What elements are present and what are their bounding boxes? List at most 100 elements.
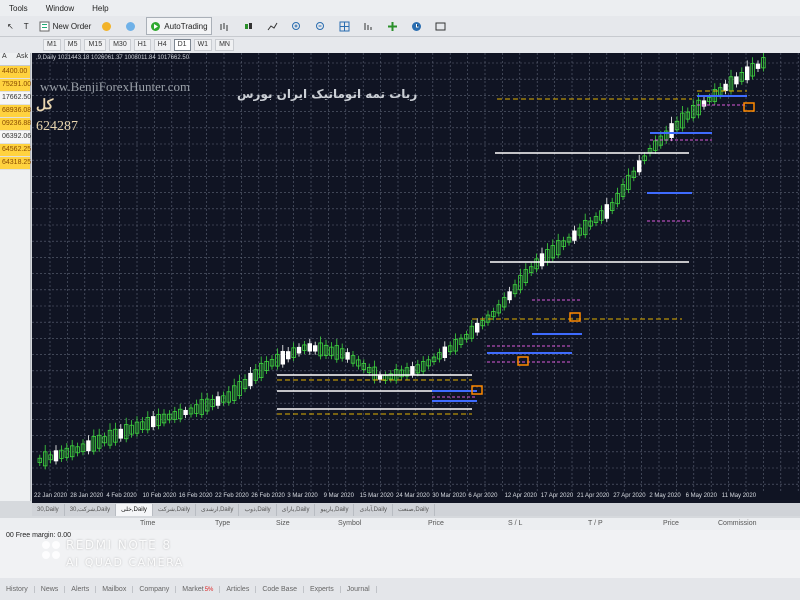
menu-help[interactable]: Help — [83, 4, 117, 13]
candle-bear — [442, 346, 447, 358]
date-tick-label: 26 Feb 2020 — [251, 493, 285, 499]
market-watch-row[interactable]: 17662.50 — [0, 92, 31, 105]
market-watch-row[interactable]: 64318.25 — [0, 157, 31, 170]
date-tick-label: 24 Mar 2020 — [396, 493, 430, 499]
chart-tab[interactable]: یارای,Daily — [277, 504, 316, 516]
col-commission[interactable]: Commission — [718, 520, 757, 527]
chart-tab[interactable]: شرکت,Daily — [153, 504, 196, 516]
date-tick-label: 12 Apr 2020 — [504, 493, 537, 499]
watermark-persian: ربات تمه اتوماتیک ایران بورس — [237, 87, 418, 101]
chart-window[interactable]: ,9,Daily 1021443.18 1026061.37 1008011.8… — [32, 53, 800, 515]
timeframe-d1[interactable]: D1 — [173, 39, 191, 51]
autotrading-button[interactable]: AutoTrading — [146, 17, 212, 35]
date-tick-label: 11 May 2020 — [721, 493, 757, 499]
candle-bear — [53, 450, 59, 462]
chart-tab[interactable]: شرکت,30,Daily — [65, 504, 117, 516]
market-watch-row[interactable]: 64562.25 — [0, 144, 31, 157]
date-tick-label: 22 Feb 2020 — [215, 493, 249, 499]
tile-windows-button[interactable] — [336, 18, 356, 34]
chart-tab[interactable]: 30,Daily — [32, 504, 65, 516]
main-toolbar: ↖ T New Order AutoTrading — [0, 16, 800, 37]
date-tick-label: 22 Jan 2020 — [34, 493, 68, 499]
timeframe-m30[interactable]: M30 — [109, 39, 131, 51]
globe-button[interactable] — [122, 18, 142, 34]
timeframe-mn[interactable]: MN — [215, 39, 234, 51]
tab-news[interactable]: News — [35, 585, 66, 593]
new-order-button[interactable]: New Order — [36, 18, 95, 34]
price-chart[interactable] — [32, 53, 800, 515]
market-watch-row[interactable]: 4400.00 — [0, 66, 30, 79]
market-watch-row[interactable]: 06392.06 — [0, 131, 31, 144]
candle-chart-button[interactable] — [240, 18, 260, 34]
timeframe-w1[interactable]: W1 — [193, 39, 213, 51]
market-watch-row[interactable]: 75291.00 — [0, 79, 31, 92]
col-size[interactable]: Size — [276, 520, 290, 527]
line-chart-icon — [267, 21, 278, 32]
line-chart-button[interactable] — [264, 18, 284, 34]
tab-company[interactable]: Company — [133, 585, 177, 593]
menu-bar: Tools Window Help — [0, 0, 800, 16]
chart-background — [32, 53, 800, 515]
col-tp[interactable]: T / P — [588, 520, 603, 527]
chart-tab[interactable]: ذوب,Daily — [239, 504, 277, 516]
chart-tab[interactable]: ارشدی,Daily — [196, 504, 240, 516]
text-icon: T — [23, 21, 29, 31]
date-tick-label: 28 Jan 2020 — [70, 493, 104, 499]
scroll-chart-button[interactable] — [360, 18, 380, 34]
candle-bear — [312, 345, 318, 352]
chart-tab[interactable]: یارپیو,Daily — [315, 504, 355, 516]
timeframe-m15[interactable]: M15 — [84, 39, 107, 51]
col-symbol[interactable]: Symbol — [338, 520, 361, 527]
candle-chart-icon — [243, 21, 254, 32]
market-watch-header-left: A — [2, 53, 7, 60]
chart-tab-active[interactable]: خلی,Daily — [116, 504, 153, 516]
periods-button[interactable] — [408, 18, 428, 34]
date-tick-label: 3 Mar 2020 — [287, 493, 318, 499]
tab-history[interactable]: History — [0, 585, 35, 593]
chart-tab[interactable]: آبادی,Daily — [354, 504, 394, 516]
zoom-in-button[interactable] — [288, 18, 308, 34]
market-watch-row[interactable]: 68936.08 — [0, 105, 31, 118]
tab-code-base[interactable]: Code Base — [256, 585, 304, 593]
zoom-out-button[interactable] — [312, 18, 332, 34]
col-price-current[interactable]: Price — [663, 520, 679, 527]
chart-tab[interactable]: صنعت,Daily — [393, 504, 435, 516]
indicators-button[interactable] — [384, 18, 404, 34]
timeframe-m5[interactable]: M5 — [63, 39, 82, 51]
date-tick-label: 21 Apr 2020 — [577, 493, 610, 499]
menu-tools[interactable]: Tools — [0, 4, 37, 13]
timeframe-toolbar: M1 M5 M15 M30 H1 H4 D1 W1 MN — [0, 37, 800, 53]
bar-chart-button[interactable] — [216, 18, 236, 34]
market-watch-row[interactable]: 09236.88 — [0, 118, 31, 131]
text-tool-button[interactable]: T — [21, 18, 32, 34]
scroll-chart-icon — [363, 21, 374, 32]
col-type[interactable]: Type — [215, 520, 230, 527]
menu-window[interactable]: Window — [37, 4, 83, 13]
candle-bear — [410, 366, 415, 375]
timeframe-m1[interactable]: M1 — [43, 39, 61, 51]
candle-bear — [345, 352, 350, 360]
market-watch-header-ask: Ask — [16, 53, 28, 60]
col-price[interactable]: Price — [428, 520, 444, 527]
arrow-tool-button[interactable]: ↖ — [4, 18, 17, 34]
col-sl[interactable]: S / L — [508, 520, 522, 527]
date-tick-label: 27 Apr 2020 — [613, 493, 646, 499]
candle-bear — [539, 253, 545, 267]
tab-alerts[interactable]: Alerts — [65, 585, 97, 593]
date-tick-label: 9 Mar 2020 — [323, 493, 354, 499]
candle-bear — [604, 204, 609, 219]
candle-bear — [183, 409, 188, 416]
tab-experts[interactable]: Experts — [304, 585, 341, 593]
tab-journal[interactable]: Journal — [341, 585, 377, 593]
col-time[interactable]: Time — [140, 520, 155, 527]
chart-tabs: 30,Daily شرکت,30,Daily خلی,Daily شرکت,Da… — [32, 503, 800, 516]
date-axis: 22 Jan 2020 28 Jan 2020 4 Feb 2020 10 Feb 2… — [32, 493, 800, 503]
market-button[interactable] — [98, 18, 118, 34]
date-tick-label: 6 Apr 2020 — [468, 493, 498, 499]
tab-market[interactable]: Market5% — [176, 585, 221, 593]
timeframe-h1[interactable]: H1 — [133, 39, 151, 51]
tab-articles[interactable]: Articles — [220, 585, 257, 593]
templates-button[interactable] — [432, 18, 452, 34]
tab-mailbox[interactable]: Mailbox — [96, 585, 134, 593]
timeframe-h4[interactable]: H4 — [153, 39, 171, 51]
